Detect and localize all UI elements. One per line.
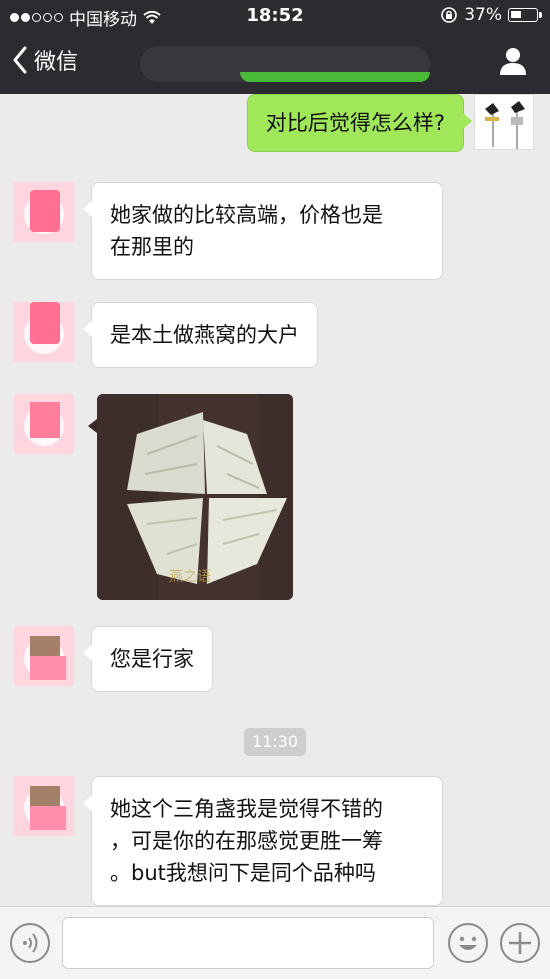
- bird-figures-icon: [485, 101, 525, 149]
- message-bubble-incoming[interactable]: 是本土做燕窝的大户: [83, 302, 318, 368]
- emoji-icon: [459, 936, 477, 950]
- contact-avatar[interactable]: [14, 626, 74, 686]
- message-text: 您是行家: [110, 647, 194, 671]
- message-bubble-incoming[interactable]: 您是行家: [83, 626, 213, 692]
- voice-button[interactable]: [10, 923, 50, 963]
- message-bubble-outgoing[interactable]: 对比后觉得怎么样?: [246, 94, 473, 152]
- message-line: 她这个三角盏我是觉得不错的: [110, 797, 383, 821]
- message-bubble-incoming[interactable]: 她这个三角盏我是觉得不错的 ，可是你的在那感觉更胜一筹 。but我想问下是同个品…: [83, 776, 443, 906]
- emoji-button[interactable]: [448, 923, 488, 963]
- message-line: 。but我想问下是同个品种吗: [110, 861, 376, 885]
- plus-icon: [509, 932, 531, 954]
- back-button[interactable]: 微信: [12, 44, 78, 76]
- status-right: 37%: [440, 5, 542, 25]
- chat-area[interactable]: 对比后觉得怎么样? 她家做的比较高端，价格也是 在那里的 是本土做燕窝的大户 燕…: [0, 94, 550, 906]
- battery-percentage: 37%: [464, 5, 502, 25]
- profile-icon[interactable]: [498, 46, 528, 76]
- image-caption: 燕之语: [169, 569, 211, 585]
- message-bubble-incoming[interactable]: 她家做的比较高端，价格也是 在那里的: [83, 182, 443, 280]
- chevron-left-icon: [13, 46, 27, 74]
- contact-avatar[interactable]: [14, 182, 74, 242]
- message-input[interactable]: [62, 917, 434, 969]
- message-text: 对比后觉得怎么样?: [265, 111, 445, 135]
- nav-bar: 微信: [0, 38, 550, 88]
- message-line: ，可是你的在那感觉更胜一筹: [110, 829, 383, 853]
- contact-avatar[interactable]: [14, 394, 74, 454]
- message-text: 是本土做燕窝的大户: [110, 323, 299, 347]
- voice-icon: [23, 933, 38, 953]
- lock-rotation-icon: [441, 7, 458, 23]
- battery-icon: [508, 8, 542, 22]
- status-bar: 中国移动 18:52 37%: [0, 0, 550, 30]
- message-line: 她家做的比较高端，价格也是: [110, 203, 383, 227]
- back-label: 微信: [34, 50, 79, 75]
- plus-button[interactable]: [500, 923, 540, 963]
- input-bar: [0, 906, 550, 979]
- message-line: 在那里的: [110, 235, 194, 259]
- chat-title-redacted: [140, 46, 430, 82]
- contact-avatar[interactable]: [14, 776, 74, 836]
- my-avatar[interactable]: [474, 94, 534, 150]
- bird-nest-photo[interactable]: 燕之语: [97, 394, 293, 600]
- time-divider: 11:30: [244, 728, 306, 756]
- contact-avatar[interactable]: [14, 302, 74, 362]
- top-bar: 中国移动 18:52 37% 微信: [0, 0, 550, 94]
